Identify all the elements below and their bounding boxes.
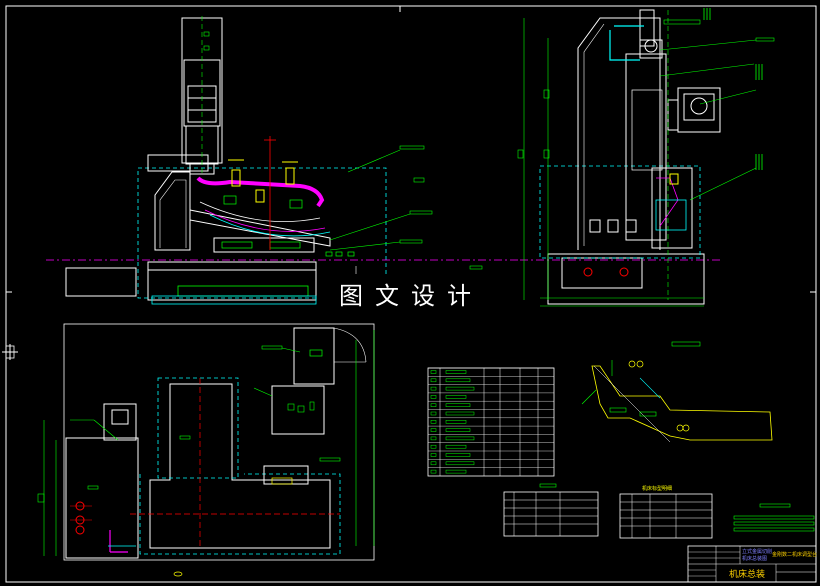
table-index-mark <box>430 395 437 399</box>
table-cell-mark <box>445 436 475 441</box>
notes-block <box>733 503 815 532</box>
table-cell-mark <box>445 370 467 374</box>
table-cell-mark <box>445 403 471 407</box>
table-index-mark <box>430 444 437 449</box>
title-block-left-label-2: 机床总装图 <box>742 555 767 562</box>
table-index-mark <box>430 436 437 441</box>
detail-view <box>581 341 773 443</box>
bottom-table-1 <box>503 483 599 537</box>
table-cell-mark <box>445 411 475 416</box>
table-index-mark <box>430 411 437 416</box>
table-index-mark <box>430 461 437 466</box>
table-cell-mark <box>445 444 467 449</box>
table-index-mark <box>430 469 437 474</box>
table-index-mark <box>430 403 437 407</box>
table-cell-mark <box>445 453 471 457</box>
table-cell-mark <box>445 378 471 383</box>
side-view <box>517 8 775 307</box>
table-index-mark <box>430 386 437 391</box>
title-block: 立式金属切削 机床总装图 金刚数二机床调型台 机床总装 <box>687 545 817 583</box>
plan-view <box>37 323 375 577</box>
table-index-mark <box>430 420 437 424</box>
table-index-mark <box>430 453 437 457</box>
table-cell-mark <box>445 428 471 432</box>
table-cell-mark <box>445 395 467 399</box>
title-block-left-label-1: 立式金属切削 <box>742 548 772 555</box>
table-cell-mark <box>445 386 475 391</box>
bottom-table-2: 机床标型明细 <box>619 485 713 539</box>
right-table-title: 机床标型明细 <box>642 485 672 492</box>
drawing-name: 机床总装 <box>729 568 765 580</box>
front-view <box>65 16 483 305</box>
parts-table-left <box>427 367 555 477</box>
table-cell-mark <box>445 469 467 474</box>
table-index-mark <box>430 370 437 374</box>
table-cell-mark <box>445 461 475 466</box>
table-index-mark <box>430 378 437 383</box>
watermark: 图文设计 <box>318 274 504 318</box>
table-cell-mark <box>445 420 467 424</box>
title-block-top-right-label: 金刚数二机床调型台 <box>772 551 817 558</box>
table-index-mark <box>430 428 437 432</box>
